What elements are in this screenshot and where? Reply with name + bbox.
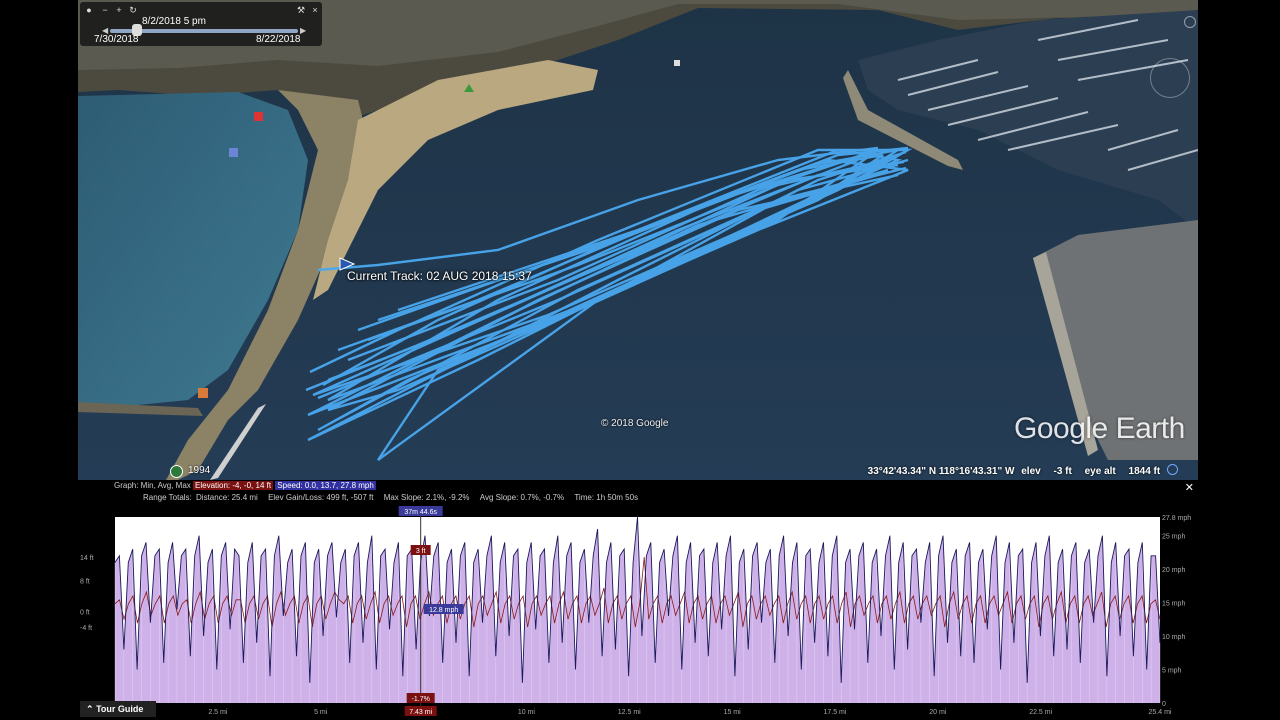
right-axis-tick-label: 20 mph: [1162, 567, 1185, 574]
left-axis-tick-label: -4 ft: [80, 625, 92, 632]
right-axis-tick-label: 25 mph: [1162, 534, 1185, 541]
zoom-in-icon[interactable]: +: [114, 5, 124, 15]
right-axis-tick-label: 5 mph: [1162, 668, 1182, 675]
speed-stats-badge[interactable]: Speed: 0.0, 13.7, 27.8 mph: [275, 481, 376, 490]
status-bar: 33°42'43.34" N 118°16'43.31" W elev -3 f…: [868, 464, 1178, 477]
right-axis-tick-label: 27.8 mph: [1162, 515, 1191, 522]
latitude: 33°42'43.34" N: [867, 466, 937, 477]
close-icon[interactable]: ×: [310, 5, 320, 15]
cursor-dist-text: 7.43 mi: [409, 709, 432, 716]
satellite-map[interactable]: [78, 0, 1198, 480]
left-axis-tick-label: 14 ft: [80, 555, 94, 562]
distance-total: Distance: 25.4 mi: [196, 493, 258, 502]
graph-label: Graph: Min, Avg, Max: [114, 481, 191, 490]
graph-stats-row: Graph: Min, Avg, Max Elevation: -4, -0, …: [114, 481, 376, 490]
eye-altitude-value: 1844 ft: [1128, 466, 1161, 477]
x-axis-tick-label: 17.5 mi: [823, 709, 846, 716]
north-indicator-icon[interactable]: [1184, 16, 1196, 28]
historical-imagery-icon[interactable]: [170, 465, 183, 478]
wrench-icon[interactable]: ⚒: [296, 5, 306, 15]
elevation-stats-badge[interactable]: Elevation: -4, -0, 14 ft: [193, 481, 274, 490]
max-slope-total: Max Slope: 2.1%, -9.2%: [383, 493, 470, 502]
right-axis-tick-label: 15 mph: [1162, 601, 1185, 608]
time-end-label: 8/22/2018: [256, 34, 301, 45]
left-axis-tick-label: 0 ft: [80, 609, 90, 616]
cursor-speed-text: 12.8 mph: [429, 607, 458, 614]
copyright-text: © 2018 Google: [601, 418, 669, 429]
imagery-year: 1994: [188, 465, 211, 476]
x-axis-tick-label: 12.5 mi: [618, 709, 641, 716]
elevation-profile-panel[interactable]: 14 ft 8 ft 0 ft -4 ft 27.8 mph 25 mph 20 mph 15…: [78, 480, 1198, 720]
tour-guide-label: Tour Guide: [96, 704, 144, 714]
time-start-label: 7/30/2018: [94, 34, 139, 45]
elev-gain-total: Elev Gain/Loss: 499 ft, -507 ft: [268, 493, 374, 502]
elevation-profile-chart[interactable]: 14 ft 8 ft 0 ft -4 ft 27.8 mph 25 mph 20 mph 15…: [78, 480, 1198, 720]
right-axis-tick-label: 10 mph: [1162, 634, 1185, 641]
elevation-label: elev: [1021, 466, 1041, 477]
time-slider[interactable]: ● − + ↻ ⚒ × 8/2/2018 5 pm ◀ ▶ 7/30/2018 …: [80, 2, 322, 46]
google-earth-window: ● − + ↻ ⚒ × 8/2/2018 5 pm ◀ ▶ 7/30/2018 …: [78, 0, 1198, 720]
right-axis-tick-label: 0: [1162, 701, 1166, 708]
navigation-compass-icon[interactable]: [1150, 58, 1190, 98]
x-axis-tick-label: 2.5 mi: [208, 709, 228, 716]
avg-slope-total: Avg Slope: 0.7%, -0.7%: [479, 493, 565, 502]
x-axis-tick-label: 25.4 mi: [1149, 709, 1172, 716]
elevation-value: -3 ft: [1053, 466, 1072, 477]
range-totals-row: Range Totals: Distance: 25.4 mi Elev Gai…: [143, 493, 638, 502]
google-earth-logo: Google Earth: [1014, 412, 1185, 445]
time-total: Time: 1h 50m 50s: [574, 493, 639, 502]
tour-guide-icon: ⌃: [86, 704, 94, 714]
cursor-slope-text: -1.7%: [412, 696, 430, 703]
streaming-indicator-icon: [1167, 464, 1178, 475]
current-time-label: 8/2/2018 5 pm: [142, 16, 206, 27]
left-axis-tick-label: 8 ft: [80, 578, 90, 585]
eye-altitude-label: eye alt: [1084, 466, 1116, 477]
current-track-label: Current Track: 02 AUG 2018 15:37: [347, 269, 532, 283]
x-axis-tick-label: 22.5 mi: [1029, 709, 1052, 716]
x-axis-tick-label: 20 mi: [929, 709, 947, 716]
map-view[interactable]: ● − + ↻ ⚒ × 8/2/2018 5 pm ◀ ▶ 7/30/2018 …: [78, 0, 1198, 480]
longitude: 118°16'43.31" W: [938, 466, 1015, 477]
x-axis-tick-label: 15 mi: [724, 709, 742, 716]
zoom-out-icon[interactable]: −: [100, 5, 110, 15]
cursor-time-text: 37m 44.6s: [404, 509, 437, 516]
close-profile-icon[interactable]: ✕: [1185, 481, 1194, 494]
cursor-elev-text: 3 ft: [416, 548, 426, 555]
x-axis-tick-label: 5 mi: [314, 709, 328, 716]
x-axis-tick-label: 10 mi: [518, 709, 536, 716]
globe-icon[interactable]: ●: [84, 5, 94, 15]
refresh-icon[interactable]: ↻: [128, 5, 138, 15]
tour-guide-button[interactable]: ⌃ Tour Guide: [80, 701, 156, 717]
range-totals-label: Range Totals:: [143, 493, 192, 502]
